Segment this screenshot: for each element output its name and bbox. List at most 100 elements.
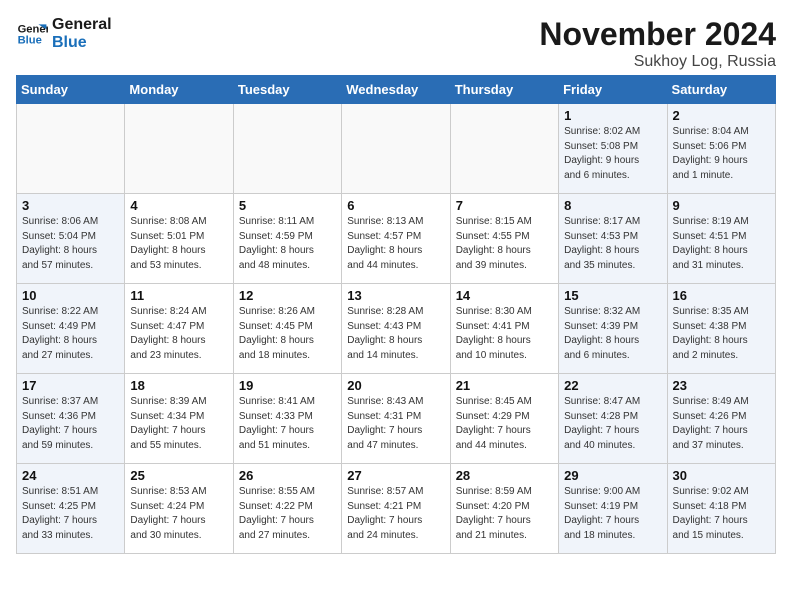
day-number: 11 xyxy=(130,288,227,303)
day-info: Sunrise: 8:37 AM Sunset: 4:36 PM Dayligh… xyxy=(22,395,119,453)
day-number: 3 xyxy=(22,198,119,213)
calendar-day-24: 24 Sunrise: 8:51 AM Sunset: 4:25 PM Dayli… xyxy=(17,464,125,554)
calendar-day-20: 20 Sunrise: 8:43 AM Sunset: 4:31 PM Dayli… xyxy=(342,374,450,464)
day-info: Sunrise: 8:47 AM Sunset: 4:28 PM Dayligh… xyxy=(564,395,661,453)
calendar-day-17: 17 Sunrise: 8:37 AM Sunset: 4:36 PM Dayli… xyxy=(17,374,125,464)
day-number: 2 xyxy=(673,108,770,123)
day-number: 20 xyxy=(347,378,444,393)
day-number: 21 xyxy=(456,378,553,393)
logo: General Blue General Blue xyxy=(16,16,112,51)
day-info: Sunrise: 8:32 AM Sunset: 4:39 PM Dayligh… xyxy=(564,305,661,363)
day-info: Sunrise: 8:04 AM Sunset: 5:06 PM Dayligh… xyxy=(673,125,770,183)
logo-general: General xyxy=(52,16,112,34)
calendar-day-9: 9 Sunrise: 8:19 AM Sunset: 4:51 PM Daylig… xyxy=(667,194,775,284)
day-number: 24 xyxy=(22,468,119,483)
calendar-day-25: 25Sunrise: 8:53 AM Sunset: 4:24 PM Dayli… xyxy=(125,464,233,554)
calendar-day-empty xyxy=(17,104,125,194)
day-number: 10 xyxy=(22,288,119,303)
day-info: Sunrise: 8:02 AM Sunset: 5:08 PM Dayligh… xyxy=(564,125,661,183)
day-info: Sunrise: 9:02 AM Sunset: 4:18 PM Dayligh… xyxy=(673,485,770,543)
calendar-day-14: 14Sunrise: 8:30 AM Sunset: 4:41 PM Dayli… xyxy=(450,284,558,374)
calendar-day-29: 29Sunrise: 9:00 AM Sunset: 4:19 PM Dayli… xyxy=(559,464,667,554)
day-info: Sunrise: 8:59 AM Sunset: 4:20 PM Dayligh… xyxy=(456,485,553,543)
day-info: Sunrise: 8:39 AM Sunset: 4:34 PM Dayligh… xyxy=(130,395,227,453)
calendar-day-11: 11 Sunrise: 8:24 AM Sunset: 4:47 PM Dayli… xyxy=(125,284,233,374)
day-number: 4 xyxy=(130,198,227,213)
calendar-day-19: 19 Sunrise: 8:41 AM Sunset: 4:33 PM Dayli… xyxy=(233,374,341,464)
day-number: 18 xyxy=(130,378,227,393)
day-info: Sunrise: 8:35 AM Sunset: 4:38 PM Dayligh… xyxy=(673,305,770,363)
day-info: Sunrise: 8:15 AM Sunset: 4:55 PM Dayligh… xyxy=(456,215,553,273)
day-number: 23 xyxy=(673,378,770,393)
calendar-day-30: 30 Sunrise: 9:02 AM Sunset: 4:18 PM Dayli… xyxy=(667,464,775,554)
calendar-day-16: 16Sunrise: 8:35 AM Sunset: 4:38 PM Dayli… xyxy=(667,284,775,374)
calendar-day-empty xyxy=(450,104,558,194)
calendar-week-1: 1 Sunrise: 8:02 AM Sunset: 5:08 PM Daylig… xyxy=(17,104,776,194)
calendar-day-12: 12 Sunrise: 8:26 AM Sunset: 4:45 PM Dayli… xyxy=(233,284,341,374)
month-title: November 2024 xyxy=(539,16,776,53)
calendar-table: SundayMondayTuesdayWednesdayThursdayFrid… xyxy=(16,75,776,554)
weekday-header-monday: Monday xyxy=(125,76,233,104)
calendar-header: SundayMondayTuesdayWednesdayThursdayFrid… xyxy=(17,76,776,104)
weekday-header-friday: Friday xyxy=(559,76,667,104)
day-number: 19 xyxy=(239,378,336,393)
calendar-day-3: 3 Sunrise: 8:06 AM Sunset: 5:04 PM Daylig… xyxy=(17,194,125,284)
calendar-day-28: 28 Sunrise: 8:59 AM Sunset: 4:20 PM Dayli… xyxy=(450,464,558,554)
weekday-header-saturday: Saturday xyxy=(667,76,775,104)
calendar-week-3: 10 Sunrise: 8:22 AM Sunset: 4:49 PM Dayli… xyxy=(17,284,776,374)
day-info: Sunrise: 8:24 AM Sunset: 4:47 PM Dayligh… xyxy=(130,305,227,363)
calendar-day-26: 26 Sunrise: 8:55 AM Sunset: 4:22 PM Dayli… xyxy=(233,464,341,554)
day-info: Sunrise: 8:51 AM Sunset: 4:25 PM Dayligh… xyxy=(22,485,119,543)
day-number: 1 xyxy=(564,108,661,123)
calendar-day-7: 7Sunrise: 8:15 AM Sunset: 4:55 PM Daylig… xyxy=(450,194,558,284)
logo-icon: General Blue xyxy=(16,18,48,50)
calendar-week-5: 24 Sunrise: 8:51 AM Sunset: 4:25 PM Dayli… xyxy=(17,464,776,554)
weekday-header-wednesday: Wednesday xyxy=(342,76,450,104)
weekday-header-tuesday: Tuesday xyxy=(233,76,341,104)
day-info: Sunrise: 8:17 AM Sunset: 4:53 PM Dayligh… xyxy=(564,215,661,273)
day-number: 13 xyxy=(347,288,444,303)
calendar-day-21: 21Sunrise: 8:45 AM Sunset: 4:29 PM Dayli… xyxy=(450,374,558,464)
day-number: 17 xyxy=(22,378,119,393)
page-header: General Blue General Blue November 2024 … xyxy=(16,16,776,71)
day-number: 15 xyxy=(564,288,661,303)
day-number: 28 xyxy=(456,468,553,483)
day-info: Sunrise: 8:13 AM Sunset: 4:57 PM Dayligh… xyxy=(347,215,444,273)
day-info: Sunrise: 8:19 AM Sunset: 4:51 PM Dayligh… xyxy=(673,215,770,273)
day-info: Sunrise: 8:41 AM Sunset: 4:33 PM Dayligh… xyxy=(239,395,336,453)
calendar-day-13: 13 Sunrise: 8:28 AM Sunset: 4:43 PM Dayli… xyxy=(342,284,450,374)
day-number: 14 xyxy=(456,288,553,303)
day-info: Sunrise: 8:26 AM Sunset: 4:45 PM Dayligh… xyxy=(239,305,336,363)
calendar-day-10: 10 Sunrise: 8:22 AM Sunset: 4:49 PM Dayli… xyxy=(17,284,125,374)
location-title: Sukhoy Log, Russia xyxy=(539,53,776,71)
day-number: 30 xyxy=(673,468,770,483)
calendar-day-4: 4 Sunrise: 8:08 AM Sunset: 5:01 PM Daylig… xyxy=(125,194,233,284)
calendar-day-6: 6 Sunrise: 8:13 AM Sunset: 4:57 PM Daylig… xyxy=(342,194,450,284)
svg-text:Blue: Blue xyxy=(18,34,42,46)
day-info: Sunrise: 8:28 AM Sunset: 4:43 PM Dayligh… xyxy=(347,305,444,363)
day-number: 26 xyxy=(239,468,336,483)
weekday-header-thursday: Thursday xyxy=(450,76,558,104)
calendar-day-1: 1 Sunrise: 8:02 AM Sunset: 5:08 PM Daylig… xyxy=(559,104,667,194)
day-number: 29 xyxy=(564,468,661,483)
calendar-day-empty xyxy=(342,104,450,194)
calendar-day-2: 2 Sunrise: 8:04 AM Sunset: 5:06 PM Daylig… xyxy=(667,104,775,194)
day-info: Sunrise: 8:06 AM Sunset: 5:04 PM Dayligh… xyxy=(22,215,119,273)
calendar-day-23: 23 Sunrise: 8:49 AM Sunset: 4:26 PM Dayli… xyxy=(667,374,775,464)
day-info: Sunrise: 8:49 AM Sunset: 4:26 PM Dayligh… xyxy=(673,395,770,453)
day-number: 27 xyxy=(347,468,444,483)
calendar-day-empty xyxy=(233,104,341,194)
day-number: 9 xyxy=(673,198,770,213)
calendar-day-22: 22Sunrise: 8:47 AM Sunset: 4:28 PM Dayli… xyxy=(559,374,667,464)
day-number: 12 xyxy=(239,288,336,303)
day-info: Sunrise: 8:11 AM Sunset: 4:59 PM Dayligh… xyxy=(239,215,336,273)
day-info: Sunrise: 8:55 AM Sunset: 4:22 PM Dayligh… xyxy=(239,485,336,543)
day-info: Sunrise: 8:43 AM Sunset: 4:31 PM Dayligh… xyxy=(347,395,444,453)
day-info: Sunrise: 8:53 AM Sunset: 4:24 PM Dayligh… xyxy=(130,485,227,543)
title-block: November 2024 Sukhoy Log, Russia xyxy=(539,16,776,71)
day-number: 6 xyxy=(347,198,444,213)
day-info: Sunrise: 8:08 AM Sunset: 5:01 PM Dayligh… xyxy=(130,215,227,273)
calendar-week-2: 3 Sunrise: 8:06 AM Sunset: 5:04 PM Daylig… xyxy=(17,194,776,284)
day-info: Sunrise: 8:22 AM Sunset: 4:49 PM Dayligh… xyxy=(22,305,119,363)
day-number: 8 xyxy=(564,198,661,213)
